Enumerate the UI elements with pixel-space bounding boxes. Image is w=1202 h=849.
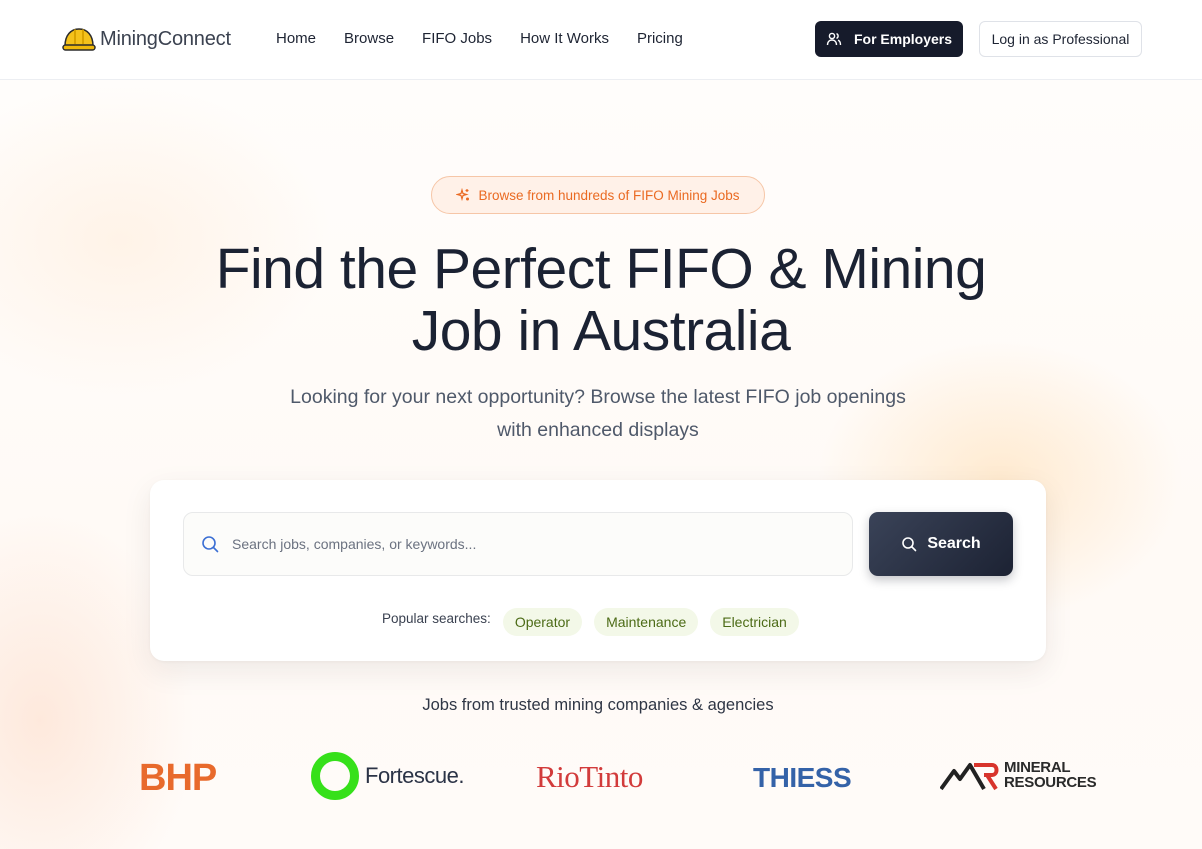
popular-chip-electrician[interactable]: Electrician [710,608,799,636]
search-button-label: Search [927,535,981,552]
hero-headline-line2: Job in Australia [411,299,791,363]
fortescue-logo-text: Fortescue. [365,763,464,788]
mineral-resources-line1: MINERAL [1004,759,1071,776]
trusted-heading: Jobs from trusted mining companies & age… [422,696,774,714]
nav-pricing[interactable]: Pricing [637,29,683,49]
nav-fifo-jobs[interactable]: FIFO Jobs [422,29,492,49]
hero-headline-line1: Find the Perfect FIFO & Mining [215,237,987,301]
search-button-icon [902,537,917,552]
mountain-mark-icon [940,763,999,791]
brand-logo[interactable]: MiningConnect [62,22,231,56]
login-professional-button[interactable]: Log in as Professional [979,21,1142,57]
search-field[interactable] [183,512,853,576]
hero-headline: Find the Perfect FIFO & Mining Job in Au… [100,238,1102,362]
mineral-resources-text: MINERAL RESOURCES [1004,759,1097,791]
search-icon [200,534,220,554]
search-button[interactable]: Search [869,512,1013,576]
hero-badge: Browse from hundreds of FIFO Mining Jobs [431,176,765,214]
nav-how-it-works[interactable]: How It Works [520,29,609,49]
hero-badge-text: Browse from hundreds of FIFO Mining Jobs [478,187,740,203]
search-input[interactable] [232,536,832,552]
popular-searches: Popular searches: Operator Maintenance E… [382,600,811,636]
popular-chip-operator[interactable]: Operator [502,608,583,636]
riotinto-logo: RioTinto [536,759,643,795]
bhp-logo: BHP [139,757,217,800]
brand-name: MiningConnect [100,27,231,50]
main-nav: Home Browse FIFO Jobs How It Works Prici… [276,29,711,49]
nav-browse[interactable]: Browse [344,29,394,49]
for-employers-label: For Employers [853,31,953,47]
hard-hat-icon [62,28,96,51]
top-navbar: MiningConnect Home Browse FIFO Jobs How … [0,0,1202,80]
popular-searches-label: Popular searches: [382,610,491,626]
bhp-logo-text: BHP [139,757,217,799]
for-employers-button[interactable]: For Employers [815,21,963,57]
fortescue-ring-icon [311,752,359,800]
login-label: Log in as Professional [991,31,1130,47]
thiess-logo: THIESS [753,762,852,794]
fortescue-logo: Fortescue. [310,751,464,801]
hero-subtitle: Looking for your next opportunity? Brows… [290,386,906,441]
mineral-resources-line2: RESOURCES [1004,774,1097,791]
mineral-resources-logo: MINERAL RESOURCES [940,759,1097,791]
thiess-logo-text: THIESS [753,762,852,793]
company-logos: BHP Fortescue. RioTinto THIESS MINERAL R… [0,745,1202,805]
riotinto-logo-text: RioTinto [536,759,643,794]
users-icon [826,32,842,46]
search-card: Search Popular searches: Operator Mainte… [150,480,1046,661]
sparkle-icon [456,188,470,202]
nav-home[interactable]: Home [276,29,316,49]
popular-chip-maintenance[interactable]: Maintenance [594,608,699,636]
